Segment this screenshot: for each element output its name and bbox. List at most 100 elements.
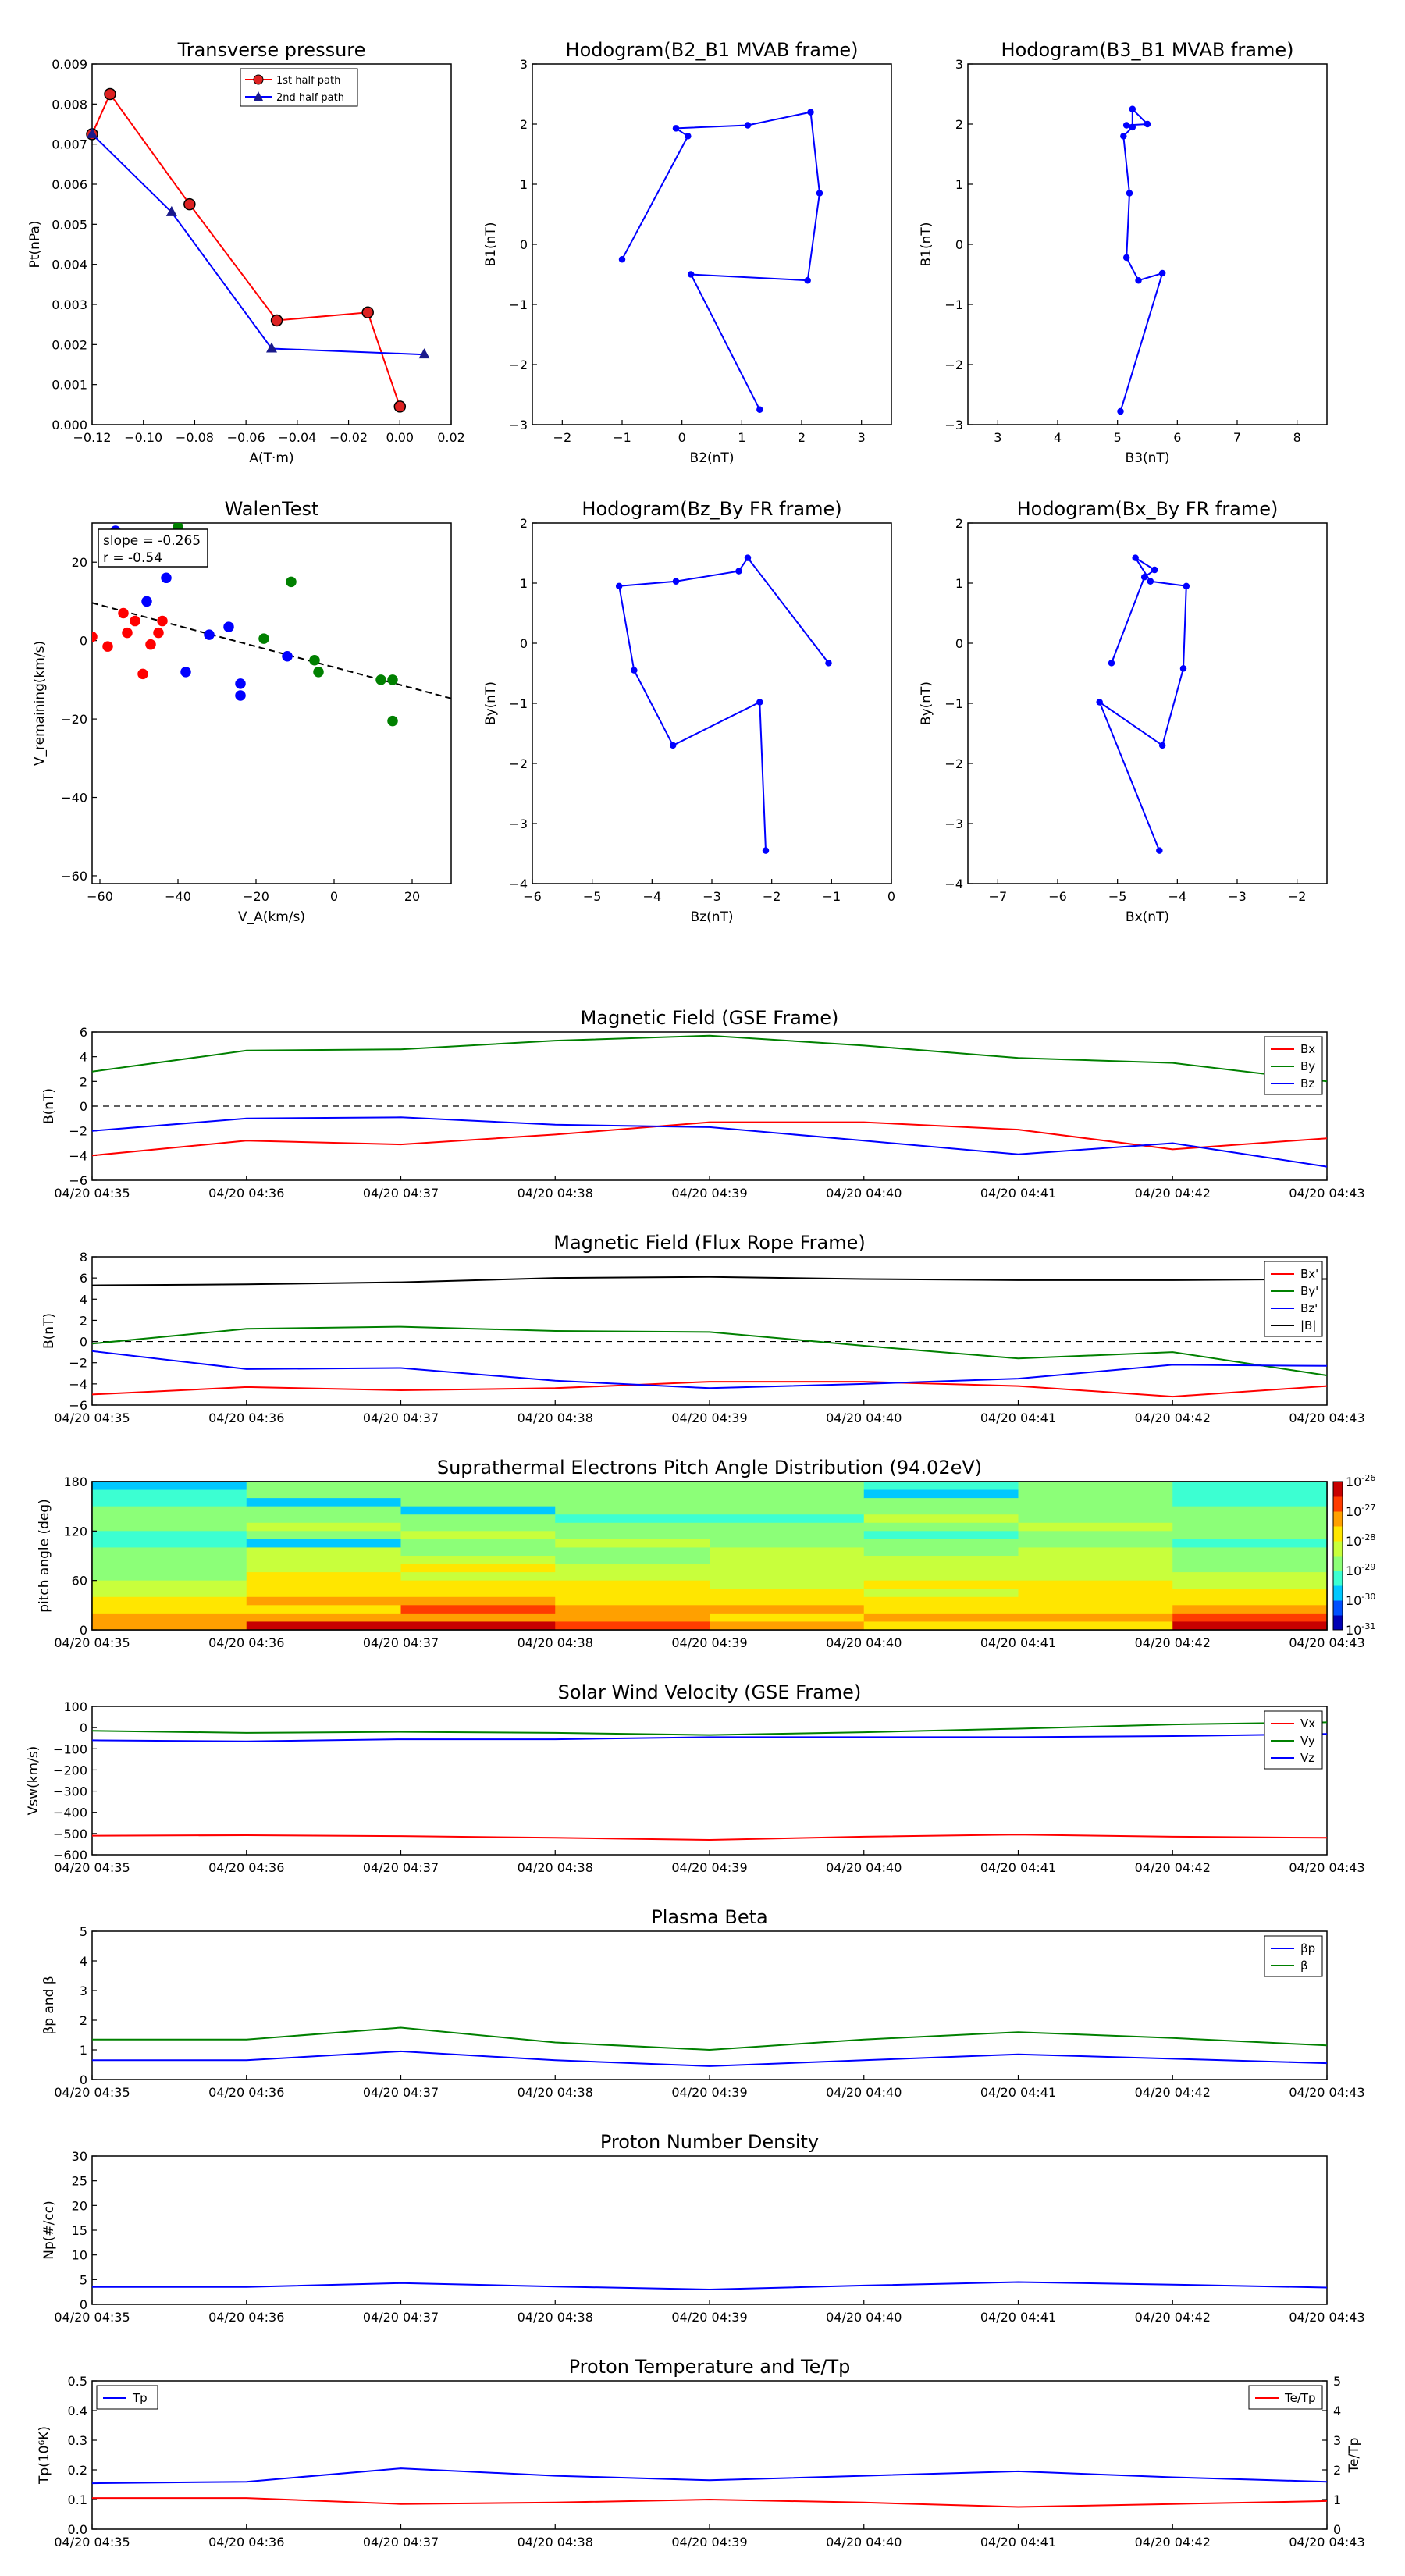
y-axis-label: V_remaining(km/s): [32, 641, 48, 766]
y-tick-label: 4: [80, 1292, 87, 1307]
x-tick-label: −6: [523, 889, 542, 904]
heatmap-cell: [246, 1556, 401, 1565]
annotation-r: r = -0.54: [103, 550, 162, 566]
heatmap-cell: [1018, 1547, 1173, 1557]
heatmap-cell: [863, 1605, 1019, 1614]
chart-tp: Proton Temperature and Te/Tp04/20 04:35 0…: [37, 2356, 1365, 2549]
y-tick-label: 0: [80, 1335, 87, 1350]
data-point: [282, 650, 293, 662]
time-tick-label: 04/20 04:39: [671, 2085, 747, 2100]
heatmap-cell: [555, 1514, 710, 1524]
heatmap-cell: [1172, 1589, 1328, 1598]
y-tick-label: 6: [80, 1025, 87, 1040]
y-axis-label: Vsw(km/s): [26, 1746, 41, 1816]
time-tick-label: 04/20 04:41: [980, 2310, 1056, 2325]
y-tick-label: −20: [61, 712, 87, 727]
heatmap-cell: [1172, 1489, 1328, 1499]
heatmap-cell: [1018, 1489, 1173, 1499]
time-tick-label: 04/20 04:41: [980, 1411, 1056, 1425]
heatmap-cell: [1018, 1580, 1173, 1589]
heatmap-cell: [246, 1547, 401, 1557]
data-point: [615, 582, 623, 590]
data-point: [672, 125, 680, 132]
time-tick-label: 04/20 04:42: [1135, 2535, 1211, 2549]
x-tick-label: 3: [858, 430, 866, 445]
colorbar-segment: [1333, 1600, 1343, 1616]
x-tick-label: −3: [702, 889, 721, 904]
heatmap-cell: [1018, 1596, 1173, 1606]
colorbar-tick-label: 10-27: [1346, 1503, 1375, 1519]
heatmap-cell: [1172, 1531, 1328, 1540]
data-point: [807, 109, 814, 116]
y-tick-label-right: 5: [1333, 2374, 1341, 2389]
y-tick-label: 0.5: [68, 2374, 87, 2389]
colorbar-tick-base: 10: [1346, 1475, 1361, 1489]
heatmap-cell: [555, 1506, 710, 1515]
heatmap-cell: [1018, 1522, 1173, 1532]
time-tick-label: 04/20 04:41: [980, 1186, 1056, 1201]
y-tick-label: −1: [509, 297, 528, 312]
heatmap-cell: [1018, 1605, 1173, 1614]
time-tick-label: 04/20 04:40: [826, 1635, 902, 1650]
data-point: [1129, 123, 1136, 131]
y-tick-label: 0: [520, 636, 528, 651]
heatmap-cell: [246, 1514, 401, 1524]
heatmap-cell: [555, 1539, 710, 1548]
heatmap-cell: [92, 1621, 247, 1631]
heatmap-cell: [400, 1514, 556, 1524]
heatmap-cell: [1018, 1613, 1173, 1622]
heatmap-cell: [555, 1572, 710, 1582]
y-tick-label: −2: [509, 358, 528, 372]
y-tick-label: −500: [53, 1827, 87, 1841]
data-point: [375, 674, 386, 685]
y-tick-label: 0.0: [68, 2522, 87, 2537]
heatmap-cell: [1172, 1506, 1328, 1515]
x-tick-label: −4: [643, 889, 662, 904]
data-point: [1183, 582, 1190, 590]
chart-hodo_bzby: Hodogram(Bz_By FR frame) −4 −3 −2 −1 0 1 2 −6 −5 −…: [483, 498, 895, 925]
annotation-slope: slope = -0.265: [103, 533, 201, 549]
heatmap-cell: [710, 1556, 865, 1565]
plot-frame: [91, 2155, 1328, 2305]
time-tick-label: 04/20 04:37: [363, 1860, 439, 1875]
heatmap-cell: [1172, 1514, 1328, 1524]
data-point: [157, 615, 168, 627]
data-point: [309, 655, 320, 666]
data-point: [1158, 269, 1166, 277]
time-tick-label: 04/20 04:39: [671, 1635, 747, 1650]
heatmap-cell: [863, 1589, 1019, 1598]
y-tick-label: 0.009: [52, 57, 87, 72]
chart-bgse: Magnetic Field (GSE Frame) 04/20 04:35 04/…: [41, 1007, 1365, 1201]
data-point: [1156, 847, 1163, 854]
x-tick-label: 8: [1293, 430, 1301, 445]
heatmap-cell: [710, 1605, 865, 1614]
y-tick-label: 0: [80, 634, 87, 649]
heatmap-cell: [710, 1522, 865, 1532]
x-tick-label: −0.06: [227, 430, 265, 445]
x-axis-label: Bz(nT): [690, 909, 733, 925]
x-tick-label: 20: [404, 889, 420, 904]
chart-title: Magnetic Field (GSE Frame): [581, 1007, 839, 1029]
y-tick-label: −2: [944, 358, 963, 372]
heatmap-cell: [400, 1621, 556, 1631]
heatmap-cell: [555, 1564, 710, 1573]
time-tick-label: 04/20 04:39: [671, 1860, 747, 1875]
heatmap-cell: [246, 1482, 401, 1491]
heatmap-cell: [400, 1522, 556, 1532]
time-tick-label: 04/20 04:40: [826, 2535, 902, 2549]
data-point: [393, 400, 407, 413]
chart-walen: WalenTest −60 −40 −20 0 20 −60 −40 −20 0 20 V_A(km/…: [32, 498, 452, 925]
y-tick-label: 120: [63, 1524, 87, 1539]
heatmap-cell: [246, 1613, 401, 1622]
y-tick-label: 25: [72, 2174, 87, 2189]
chart-title: Plasma Beta: [651, 1906, 767, 1928]
heatmap-cell: [1172, 1613, 1328, 1622]
y-tick-label: −600: [53, 1848, 87, 1863]
heatmap-cell: [92, 1605, 247, 1614]
heatmap-cell: [710, 1613, 865, 1622]
legend-label: By': [1300, 1284, 1318, 1298]
chart-title: Proton Number Density: [600, 2131, 819, 2153]
y-tick-label: 0: [955, 636, 963, 651]
y-tick-label: −3: [944, 817, 963, 831]
data-point: [235, 678, 246, 689]
